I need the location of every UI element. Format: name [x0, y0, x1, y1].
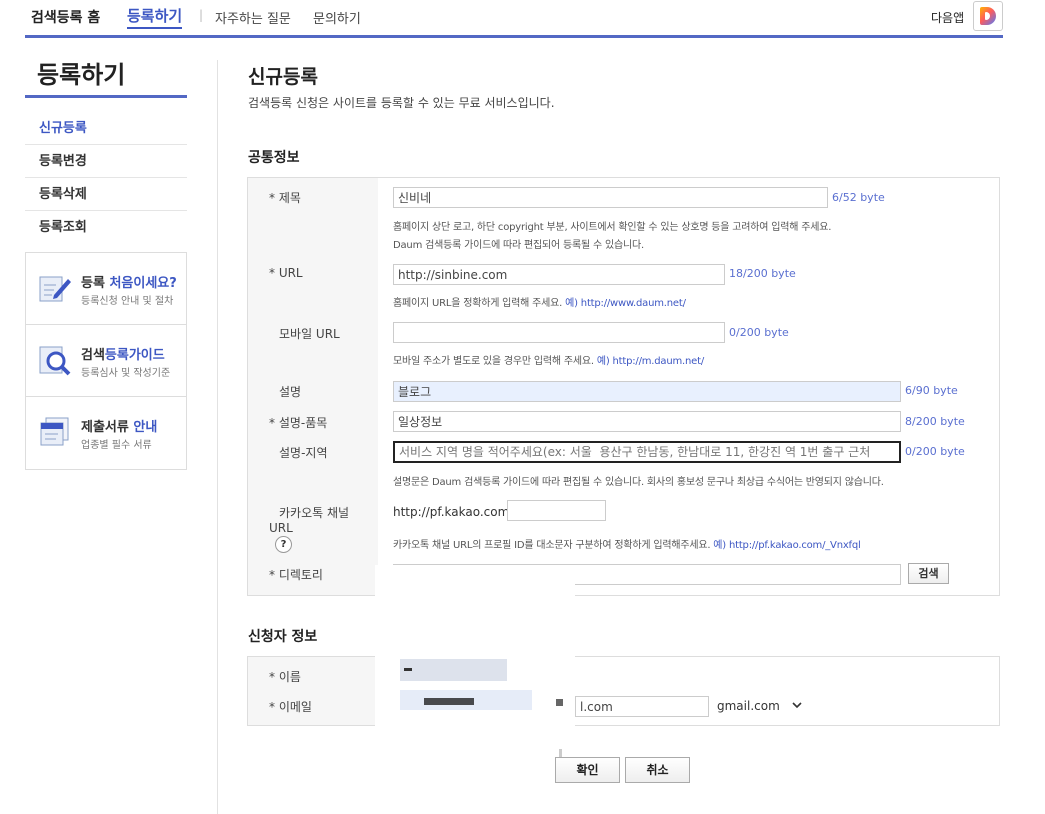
url-help: 홈페이지 URL을 정확하게 입력해 주세요. 예) http://www.da…: [393, 298, 686, 309]
sidebar-item-lookup[interactable]: 등록조회: [25, 211, 187, 244]
guide-box-search-guide[interactable]: 검색등록가이드 등록심사 및 작성기준: [26, 325, 186, 397]
desc-region-help: 설명문은 Daum 검색등록 가이드에 따라 편집될 수 있습니다. 회사의 홍…: [393, 477, 884, 488]
guide-box-documents[interactable]: 제출서류 안내 업종별 필수 서류: [26, 397, 186, 469]
guide-box-subtitle: 등록신청 안내 및 절차: [81, 296, 174, 307]
desc-item-input[interactable]: [393, 411, 901, 432]
sidebar-item-change[interactable]: 등록변경: [25, 145, 187, 178]
title-byte-count: 6/52 byte: [832, 191, 885, 204]
desc-item-byte-count: 8/200 byte: [905, 415, 965, 428]
nav-register-link[interactable]: 등록하기: [127, 5, 183, 29]
page-title: 신규등록: [248, 66, 318, 88]
sidebar-title: 등록하기: [25, 55, 187, 98]
kakao-url-prefix: http://pf.kakao.com/: [393, 505, 514, 519]
guide-box-title: 검색등록가이드: [81, 348, 165, 363]
directory-label: * 디렉토리: [269, 568, 323, 582]
help-question-icon[interactable]: ?: [275, 536, 292, 553]
mobile-url-input[interactable]: [393, 322, 725, 343]
desc-region-byte-count: 0/200 byte: [905, 445, 965, 458]
email-local-input[interactable]: [575, 696, 709, 717]
url-label: * URL: [269, 266, 303, 280]
sidebar: 등록하기 신규등록 등록변경 등록삭제 등록조회 등록 처음이세요? 등록신청 …: [25, 55, 187, 470]
nav-contact-link[interactable]: 문의하기: [313, 8, 361, 27]
kakao-label-url: URL: [269, 521, 293, 535]
desc-region-label: 설명-지역: [279, 446, 328, 460]
redacted-name-field: [400, 659, 507, 681]
nav-faq-link[interactable]: 자주하는 질문: [215, 8, 291, 27]
mobile-url-help: 모바일 주소가 별도로 있을 경우만 입력해 주세요. 예) http://m.…: [393, 356, 704, 367]
kakao-label: 카카오톡 채널: [279, 506, 350, 520]
page-description: 검색등록 신청은 사이트를 등록할 수 있는 무료 서비스입니다.: [248, 96, 555, 110]
sidebar-guide-boxes: 등록 처음이세요? 등록신청 안내 및 절차 검색등록가이드 등록심사 및 작성…: [25, 252, 187, 470]
mobile-url-byte-count: 0/200 byte: [729, 326, 789, 339]
desc-input[interactable]: [393, 381, 901, 402]
daum-logo-icon[interactable]: [973, 1, 1003, 31]
guide-box-title: 제출서류 안내: [81, 420, 158, 435]
name-label: * 이름: [269, 670, 301, 684]
section-title-applicant: 신청자 정보: [248, 629, 318, 645]
url-byte-count: 18/200 byte: [729, 267, 796, 280]
title-input[interactable]: [393, 187, 828, 208]
nav-home-link[interactable]: 검색등록 홈: [31, 7, 100, 27]
redacted-mark: [556, 699, 563, 706]
redacted-mark: [424, 698, 474, 705]
desc-region-input[interactable]: [393, 441, 901, 463]
kakao-help: 카카오톡 채널 URL의 프로필 ID를 대소문자 구분하여 정확하게 입력해주…: [393, 540, 861, 551]
sidebar-item-delete[interactable]: 등록삭제: [25, 178, 187, 211]
nav-separator: |: [199, 8, 204, 22]
top-navigation: 검색등록 홈 등록하기 | 자주하는 질문 문의하기 다음앱: [25, 0, 1003, 38]
label-column: [248, 178, 378, 595]
guide-box-subtitle: 등록심사 및 작성기준: [81, 368, 171, 379]
cancel-button[interactable]: 취소: [625, 757, 690, 783]
mobile-url-label: 모바일 URL: [279, 327, 340, 341]
guide-box-title: 등록 처음이세요?: [81, 276, 177, 291]
documents-icon: [40, 417, 69, 446]
guide-box-subtitle: 업종별 필수 서류: [81, 440, 152, 451]
email-label: * 이메일: [269, 700, 312, 714]
email-domain-select[interactable]: gmail.com: [717, 699, 780, 713]
confirm-button[interactable]: 확인: [555, 757, 620, 783]
content-divider: [217, 60, 218, 814]
guide-box-first-time[interactable]: 등록 처음이세요? 등록신청 안내 및 절차: [26, 253, 186, 325]
pencil-doc-icon: [39, 276, 71, 302]
desc-item-label: * 설명-품목: [269, 416, 328, 430]
directory-search-button[interactable]: 검색: [908, 563, 949, 584]
label-column: [248, 657, 378, 725]
redaction-block: [375, 565, 575, 605]
desc-label: 설명: [279, 385, 302, 399]
sidebar-menu: 신규등록 등록변경 등록삭제 등록조회: [25, 112, 187, 244]
url-input[interactable]: [393, 264, 725, 285]
kakao-id-input[interactable]: [507, 500, 606, 521]
magnifier-doc-icon: [39, 346, 71, 376]
title-label: * 제목: [269, 191, 301, 205]
desc-byte-count: 6/90 byte: [905, 384, 958, 397]
sidebar-item-new[interactable]: 신규등록: [25, 112, 187, 145]
redacted-mark: [404, 668, 412, 671]
chevron-down-icon[interactable]: [792, 702, 802, 709]
daum-app-link[interactable]: 다음앱: [931, 9, 964, 26]
section-title-common: 공통정보: [248, 150, 300, 166]
title-help-1: 홈페이지 상단 로고, 하단 copyright 부분, 사이트에서 확인할 수…: [393, 222, 832, 233]
title-help-2: Daum 검색등록 가이드에 따라 편집되어 등록될 수 있습니다.: [393, 240, 644, 251]
